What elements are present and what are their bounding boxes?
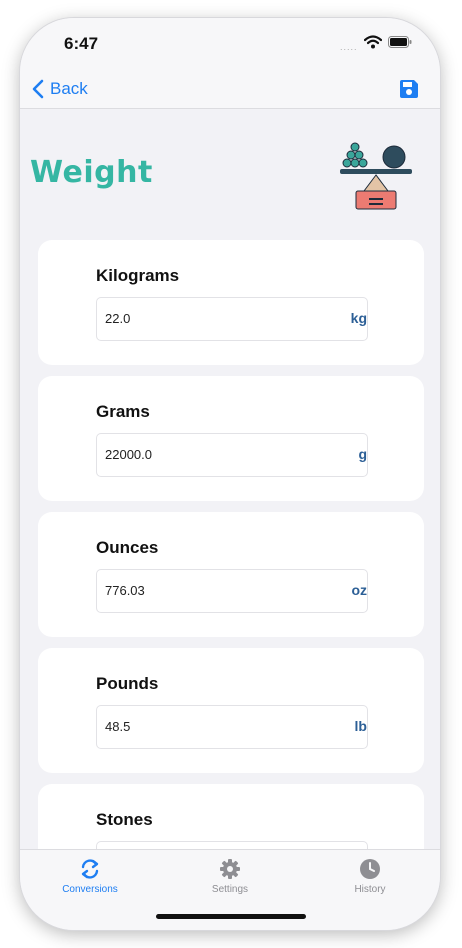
tab-settings[interactable]: Settings	[170, 858, 290, 902]
unit-label: Pounds	[96, 674, 159, 693]
weight-scale-icon	[340, 142, 412, 210]
cellular-signal-icon: .....	[340, 42, 358, 52]
back-label: Back	[50, 79, 88, 98]
tab-conversions[interactable]: Conversions	[30, 858, 150, 902]
stones-input[interactable]	[96, 841, 368, 849]
unit-suffix: oz	[351, 582, 367, 598]
battery-icon	[388, 36, 412, 48]
navigation-bar: Back	[20, 70, 440, 109]
unit-suffix: g	[358, 446, 367, 462]
wifi-icon	[364, 35, 382, 49]
conversion-card-pounds: Pounds 48.5 lb	[38, 648, 424, 773]
home-indicator[interactable]	[156, 914, 306, 919]
phone-frame: 6:47 ..... Back Weight Kilograms 22.0 kg…	[20, 18, 440, 930]
unit-suffix: kg	[350, 310, 367, 326]
chevron-left-icon	[32, 79, 44, 99]
unit-label: Stones	[96, 810, 153, 829]
status-bar: 6:47 .....	[20, 18, 440, 70]
unit-label: Ounces	[96, 538, 159, 557]
clock-icon	[360, 859, 380, 879]
gear-icon	[220, 859, 240, 879]
input-value: 22.0	[105, 311, 131, 326]
unit-label: Grams	[96, 402, 150, 421]
back-button[interactable]: Back	[32, 76, 88, 102]
conversion-card-grams: Grams 22000.0 g	[38, 376, 424, 501]
conversions-icon	[81, 859, 99, 879]
tab-history[interactable]: History	[310, 858, 430, 902]
scroll-content[interactable]: Weight Kilograms 22.0 kg Grams 22000.0 g…	[20, 109, 440, 849]
unit-label: Kilograms	[96, 266, 180, 285]
conversion-card-ounces: Ounces 776.03 oz	[38, 512, 424, 637]
grams-input[interactable]: 22000.0 g	[96, 433, 368, 477]
conversion-card-kilograms: Kilograms 22.0 kg	[38, 240, 424, 365]
ounces-input[interactable]: 776.03 oz	[96, 569, 368, 613]
input-value: 776.03	[105, 583, 145, 598]
save-icon[interactable]	[398, 78, 420, 100]
tab-label: History	[354, 884, 386, 895]
unit-suffix: lb	[354, 718, 367, 734]
pounds-input[interactable]: 48.5 lb	[96, 705, 368, 749]
input-value: 22000.0	[105, 447, 152, 462]
status-time: 6:47	[64, 34, 99, 53]
page-title: Weight	[30, 155, 153, 190]
tab-label: Conversions	[62, 884, 118, 895]
input-value: 48.5	[105, 719, 131, 734]
kilograms-input[interactable]: 22.0 kg	[96, 297, 368, 341]
tab-label: Settings	[211, 884, 249, 895]
conversion-card-stones: Stones	[38, 784, 424, 849]
